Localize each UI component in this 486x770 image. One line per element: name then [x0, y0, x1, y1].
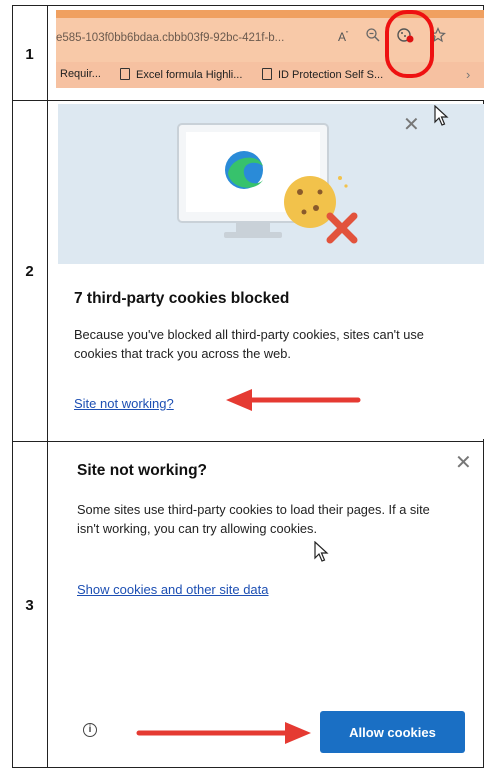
flyout-title: 7 third-party cookies blocked — [74, 290, 290, 307]
read-aloud-icon[interactable]: A” — [338, 30, 348, 44]
page-icon — [262, 68, 272, 80]
mouse-cursor-icon — [434, 105, 449, 126]
favorite-label: ID Protection Self S... — [278, 69, 384, 81]
favorite-item[interactable]: Excel formula Highli... — [120, 68, 242, 81]
red-arrow-annotation — [226, 389, 361, 411]
highlight-circle — [385, 10, 434, 78]
column-divider — [47, 5, 48, 768]
allow-cookies-button[interactable]: Allow cookies — [320, 711, 465, 753]
favorite-label: Excel formula Highli... — [136, 69, 243, 81]
row-divider — [12, 441, 484, 442]
illustration — [58, 104, 484, 264]
favorite-item[interactable]: ID Protection Self S... — [262, 68, 383, 81]
step-number: 2 — [25, 263, 34, 280]
flyout-title: Site not working? — [77, 462, 208, 479]
step-number: 1 — [25, 46, 34, 63]
close-icon[interactable]: ✕ — [455, 450, 472, 475]
favorite-label: Requir... — [60, 68, 101, 80]
flyout-description: Because you've blocked all third-party c… — [74, 327, 424, 361]
step-number: 3 — [25, 597, 34, 614]
chevron-right-icon[interactable]: › — [466, 67, 470, 82]
flyout-description: Some sites use third-party cookies to lo… — [77, 502, 430, 536]
page-icon — [120, 68, 130, 80]
computer-cookie-illustration — [177, 123, 358, 244]
red-arrow-annotation — [136, 722, 311, 744]
mouse-cursor-icon — [314, 541, 329, 562]
favorite-item[interactable]: Requir... — [60, 68, 101, 80]
address-url[interactable]: e585-103f0bb6bdaa.cbbb03f9-92bc-421f-b..… — [56, 32, 284, 44]
show-cookies-link[interactable]: Show cookies and other site data — [77, 582, 269, 597]
site-not-working-link[interactable]: Site not working? — [74, 396, 174, 411]
close-icon[interactable]: ✕ — [403, 112, 420, 137]
zoom-icon[interactable] — [365, 27, 381, 46]
info-icon[interactable]: i — [83, 723, 97, 737]
row-divider — [12, 100, 484, 101]
